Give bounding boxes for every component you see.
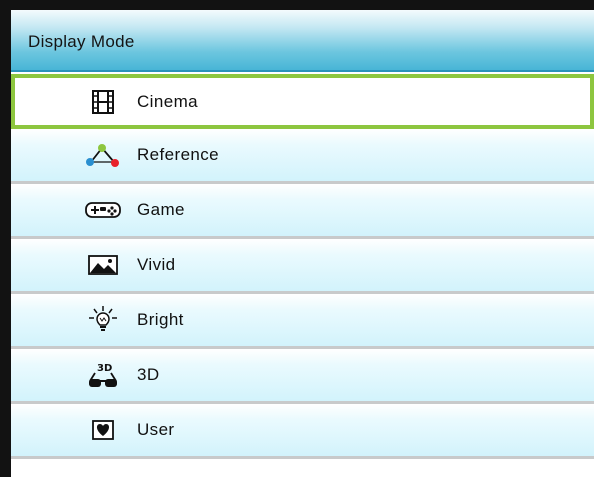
menu-item-label: Game [137, 200, 185, 219]
menu-item-reference[interactable]: Reference [11, 129, 594, 184]
heart-icon [83, 415, 123, 445]
menu-item-game[interactable]: Game [11, 184, 594, 239]
film-strip-icon [83, 87, 123, 117]
light-bulb-icon [83, 305, 123, 335]
menu-item-label: Vivid [137, 255, 176, 274]
display-mode-menu: Display Mode Cinema Reference Game Vivid… [0, 0, 594, 477]
menu-title: Display Mode [28, 32, 135, 51]
3d-glasses-icon: 3D [83, 360, 123, 390]
menu-item-label: Reference [137, 145, 220, 164]
svg-text:3D: 3D [97, 363, 112, 374]
menu-item-cinema[interactable]: Cinema [11, 74, 594, 129]
menu-item-3d[interactable]: 3D 3D [11, 349, 594, 404]
menu-item-user[interactable]: User [11, 404, 594, 459]
left-border [0, 0, 11, 477]
color-triangle-icon [83, 140, 123, 170]
menu-item-label: 3D [137, 365, 160, 384]
menu-item-bright[interactable]: Bright [11, 294, 594, 349]
gamepad-icon [83, 195, 123, 225]
menu-header: Display Mode [11, 10, 594, 72]
top-border [0, 0, 594, 10]
menu-panel: Display Mode Cinema Reference Game Vivid… [11, 10, 594, 477]
landscape-picture-icon [83, 250, 123, 280]
menu-item-label: Bright [137, 310, 184, 329]
menu-item-label: User [137, 420, 175, 439]
menu-item-vivid[interactable]: Vivid [11, 239, 594, 294]
menu-item-label: Cinema [137, 91, 198, 111]
